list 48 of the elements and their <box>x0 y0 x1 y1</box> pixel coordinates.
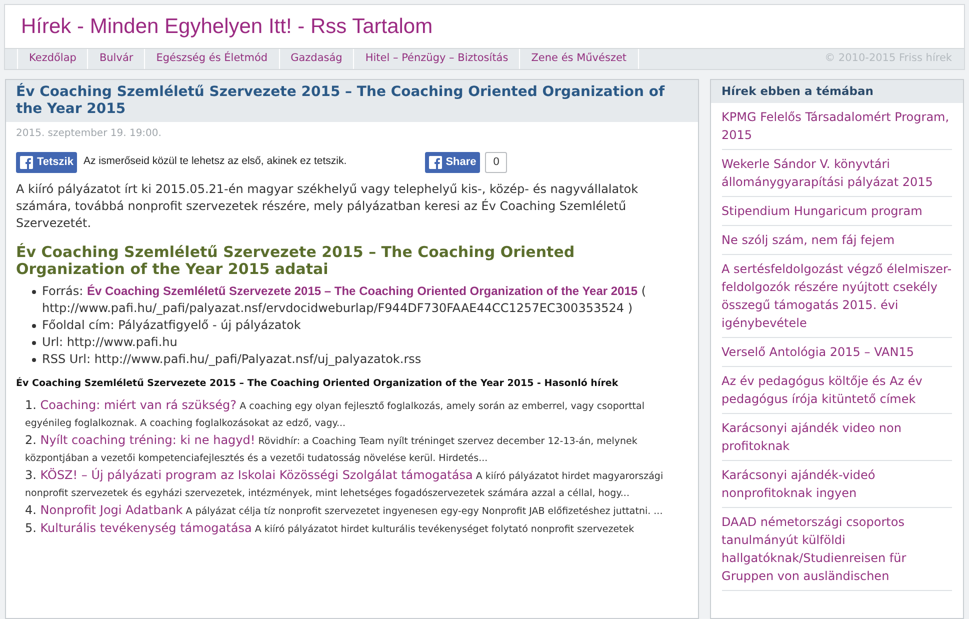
bullet-icon <box>32 324 36 328</box>
share-button[interactable]: Share <box>424 152 480 172</box>
similar-item: 2. Nyílt coaching tréning: ki ne hagyd! Rövidhír: a Coaching Team nyílt tréninget szervez december 12-13-án, melynek központjában a vezetői kompetenciafejlesztés és a vezetői tudatosság növelése kerül. Hirdetés... <box>25 432 638 466</box>
similar-link[interactable]: Nyílt coaching tréning: ki ne hagyd! <box>40 433 256 448</box>
intro-paragraph: A kiíró pályázatot írt ki 2015.05.21-én magyar székhelyű vagy telephelyű kis-, közép- és nagyvállalatok számára, továbbá nonprofit szervezetek részére, mely pályázatban keresi az Év Coaching Szemléletű Szervezetét. <box>16 181 640 232</box>
like-text: Az ismerőseid közül te lehetsz az első, akinek ez tetszik. <box>83 154 347 170</box>
sidebar-link[interactable]: DAAD németországi csoportos tanulmányút külföldi hallgatóknak/Studienreisen für Gruppen von ausländischen <box>722 508 952 591</box>
nav-link[interactable]: Gazdaság <box>280 48 354 69</box>
detail-text: Főoldal cím: Pályázatfigyelő - új pályázatok <box>42 317 301 334</box>
sidebar-link[interactable]: Az év pedagógus költője és Az év pedagógus írója kitüntető címek <box>722 367 952 414</box>
nav-link[interactable]: Kezdőlap <box>17 48 88 69</box>
detail-text: RSS Url: http://www.pafi.hu/_pafi/Palyazat.nsf/uj_palyazatok.rss <box>42 351 422 368</box>
article-date: 2015. szeptember 19. 19:00. <box>16 127 162 141</box>
nav-link[interactable]: Bulvár <box>88 48 146 69</box>
bullet-icon <box>32 341 36 345</box>
sidebar-link[interactable]: Verselő Antológia 2015 – VAN15 <box>722 338 952 367</box>
section-heading: Év Coaching Szemléletű Szervezete 2015 – The Coaching Oriented Organization of the Year 2015 adatai <box>16 244 576 278</box>
similar-item: 1. Coaching: miért van rá szükség? A coaching egy olyan fejlesztő foglalkozás, amely során az emberrel, vagy csoporttal egyénileg foglalkoznak. A coaching foglalkozásokat az edző, vagy... <box>25 397 646 432</box>
detail-text: Forrás: Év Coaching Szemléletű Szervezete 2015 – The Coaching Oriented Organization of the Year 2015 ( http://www.pafi.hu/_pafi/palyazat.nsf/ervdocidweburlap/F944DF730FAAE44CC1257EC300353524 ) <box>42 283 648 317</box>
detail-text: Url: http://www.pafi.hu <box>42 334 178 351</box>
bullet-icon <box>32 290 36 294</box>
nav-link[interactable]: Hitel – Pénzügy – Biztosítás <box>354 48 520 69</box>
sidebar-link[interactable]: Karácsonyi ajándék video non profitoknak <box>722 414 952 461</box>
share-count: 0 <box>485 152 508 172</box>
similar-heading: Év Coaching Szemléletű Szervezete 2015 – The Coaching Oriented Organization of the Year 2015 - Hasonló hírek <box>16 377 620 391</box>
nav-link[interactable]: Zene és Művészet <box>520 48 639 69</box>
sidebar-heading: Hírek ebben a témában <box>722 82 874 100</box>
like-button[interactable]: Tetszik <box>16 152 78 172</box>
sidebar-link[interactable]: Ne szólj szám, nem fáj fejem <box>722 226 952 255</box>
similar-link[interactable]: Nonprofit Jogi Adatbank <box>40 503 183 518</box>
facebook-icon <box>20 156 33 168</box>
similar-link[interactable]: Kulturális tevékenység támogatása <box>40 521 252 536</box>
sidebar-link[interactable]: A sertésfeldolgozást végző élelmiszer-feldolgozók részére nyújtott csekély összegű támogatás 2015. évi igénybevétele <box>722 255 952 338</box>
sidebar-link[interactable]: KPMG Felelős Társadalomért Program, 2015 <box>722 103 952 150</box>
sidebar-link[interactable]: Karácsonyi ajándék-videó nonprofitoknak ingyen <box>722 461 952 508</box>
facebook-icon <box>428 156 442 168</box>
similar-item: 5. Kulturális tevékenység támogatása A kiíró pályázatot hirdet kulturális tevékenységet folytató nonprofit szervezetek <box>25 520 636 538</box>
similar-link[interactable]: KÖSZ! – Új pályázati program az Iskolai Közösségi Szolgálat támogatása <box>40 468 473 482</box>
similar-item: 4. Nonprofit Jogi Adatbank A pályázat célja tíz nonprofit szervezetet ingyenesen egy-egy Nonprofit JAB előfizetéshez juttatni. ... <box>25 502 664 520</box>
sidebar-link[interactable]: Stipendium Hungaricum program <box>722 197 952 226</box>
bullet-icon <box>32 358 36 362</box>
article-title: Év Coaching Szemléletű Szervezete 2015 – The Coaching Oriented Organization of the Year 2015 <box>16 84 666 118</box>
source-link[interactable]: Év Coaching Szemléletű Szervezete 2015 – The Coaching Oriented Organization of the Year 2015 <box>86 284 638 298</box>
similar-item: 3. KÖSZ! – Új pályázati program az Iskolai Közösségi Szolgálat támogatása A kiíró pályázatot hirdet magyarországi nonprofit szervezetek és egyházi szervezetek, intézmények, mint lehetséges fogadószervezetek számára azzal a céllal, hogy... <box>25 467 664 502</box>
similar-link[interactable]: Coaching: miért van rá szükség? <box>40 398 237 412</box>
sidebar-link[interactable]: Wekerle Sándor V. könyvtári állománygyarapítási pályázat 2015 <box>722 150 952 197</box>
nav-link[interactable]: Egészség és Életmód <box>145 48 280 69</box>
site-title: Hírek - Minden Egyhelyen Itt! - Rss Tartalom <box>21 14 433 40</box>
